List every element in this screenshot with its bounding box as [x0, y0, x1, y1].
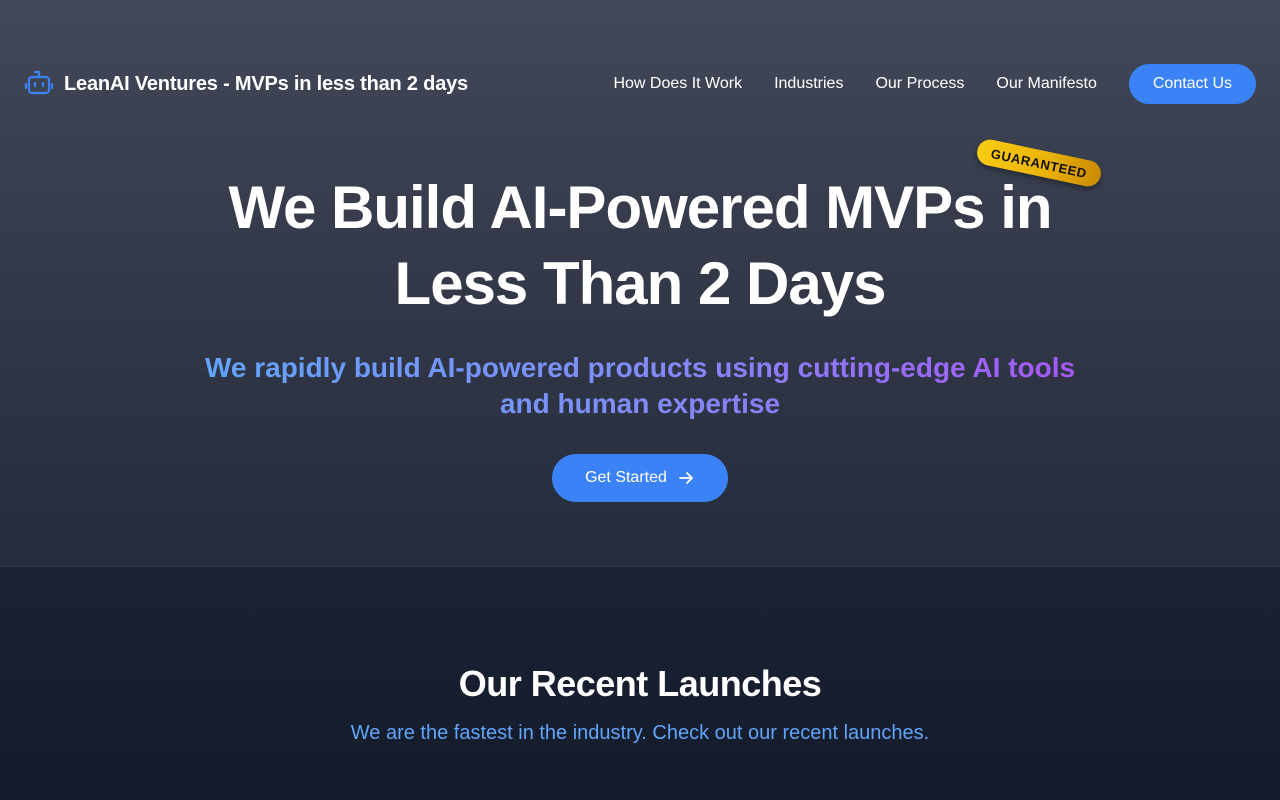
arrow-right-icon	[677, 469, 695, 487]
hero-headline: We Build AI-Powered MVPs in Less Than 2 …	[0, 170, 1280, 322]
get-started-button[interactable]: Get Started	[552, 454, 728, 502]
contact-us-button[interactable]: Contact Us	[1128, 64, 1256, 104]
nav-link-our-process[interactable]: Our Process	[875, 75, 964, 93]
nav-link-industries[interactable]: Industries	[774, 75, 843, 93]
recent-launches-section: Our Recent Launches We are the fastest i…	[0, 567, 1280, 800]
hero-headline-line1: We Build AI-Powered MVPs in	[228, 174, 1052, 241]
get-started-label: Get Started	[585, 469, 667, 486]
brand[interactable]: LeanAI Ventures - MVPs in less than 2 da…	[24, 69, 468, 99]
hero-section: LeanAI Ventures - MVPs in less than 2 da…	[0, 0, 1280, 567]
hero-headline-line2: Less Than 2 Days	[394, 250, 887, 317]
brand-title: LeanAI Ventures - MVPs in less than 2 da…	[64, 72, 468, 95]
launches-title: Our Recent Launches	[458, 663, 822, 704]
top-nav: LeanAI Ventures - MVPs in less than 2 da…	[24, 64, 1256, 104]
nav-link-how-does-it-work[interactable]: How Does It Work	[613, 75, 742, 93]
robot-icon	[24, 69, 54, 99]
hero-subheadline: We rapidly build AI-powered products usi…	[180, 350, 1100, 422]
launches-subtitle: We are the fastest in the industry. Chec…	[350, 722, 930, 744]
nav-link-our-manifesto[interactable]: Our Manifesto	[996, 75, 1096, 93]
nav-links: How Does It Work Industries Our Process …	[613, 64, 1256, 104]
